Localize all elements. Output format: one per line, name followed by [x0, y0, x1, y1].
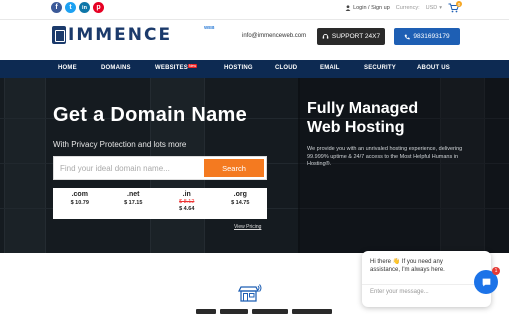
- currency-value: USD: [425, 5, 438, 11]
- cart-count-badge: 0: [456, 1, 462, 7]
- chat-message-input[interactable]: Enter your message...: [370, 289, 429, 295]
- logo-mark-icon: [52, 26, 66, 44]
- chat-bubble-icon: [482, 278, 490, 286]
- price-com[interactable]: .com $ 10.79: [53, 188, 107, 219]
- domain-search-input[interactable]: Find your ideal domain name... Search: [53, 156, 267, 180]
- nav-item-websites[interactable]: WEBSITES: [155, 65, 188, 71]
- price-ext: .net: [127, 191, 140, 198]
- chat-greeting: Hi there 👋 If you need any assistance, I…: [370, 259, 445, 273]
- price-amount: $ 4.64: [179, 206, 195, 212]
- price-amount: $ 17.15: [124, 200, 143, 206]
- facebook-icon[interactable]: f: [51, 2, 62, 13]
- hero-banner: Get a Domain Name With Privacy Protectio…: [0, 78, 509, 253]
- price-in[interactable]: .in $ 8.12 $ 4.64: [160, 188, 214, 219]
- chat-unread-badge: 1: [492, 267, 500, 275]
- phone-button[interactable]: 9831693179: [394, 28, 460, 45]
- hosting-description: We provide you with an unrivaled hosting…: [307, 146, 463, 167]
- top-bar: f t in p Login / Sign up Currency: USD ▾…: [0, 0, 509, 20]
- price-amount: $ 10.79: [70, 200, 89, 206]
- twitter-icon[interactable]: t: [65, 2, 76, 13]
- price-ext: .com: [71, 191, 88, 198]
- support-label: SUPPORT 24X7: [331, 33, 381, 40]
- domain-price-list: .com $ 10.79 .net $ 17.15 .in $ 8.12 $ 4…: [53, 188, 267, 219]
- logo-sup: WEB: [204, 25, 215, 30]
- price-amount: $ 14.75: [231, 200, 250, 206]
- site-logo[interactable]: IMMENCE WEB: [52, 25, 215, 45]
- currency-label: Currency:: [395, 5, 420, 11]
- price-org[interactable]: .org $ 14.75: [214, 188, 268, 219]
- search-button[interactable]: Search: [204, 159, 264, 177]
- nav-item-domains[interactable]: DOMAINS: [101, 65, 131, 71]
- price-ext: .in: [182, 191, 191, 198]
- account-bar: Login / Sign up Currency: USD ▾ 0: [345, 1, 462, 13]
- view-pricing-link[interactable]: View Pricing: [234, 224, 261, 230]
- hero-title: Get a Domain Name: [53, 104, 248, 126]
- hosting-title-line2: Web Hosting: [307, 119, 405, 136]
- section-heading: [196, 309, 366, 315]
- price-old-amount: $ 8.12: [179, 199, 195, 205]
- chevron-down-icon: ▾: [439, 5, 442, 11]
- search-placeholder: Find your ideal domain name...: [60, 164, 170, 173]
- nav-item-cloud[interactable]: CLOUD: [275, 65, 297, 71]
- logo-text: IMMENCE: [68, 25, 173, 45]
- new-badge: New: [188, 64, 198, 68]
- nav-item-security[interactable]: SECURITY: [364, 65, 396, 71]
- hero-subtitle: With Privacy Protection and lots more: [53, 140, 187, 149]
- chat-widget: Hi there 👋 If you need any assistance, I…: [362, 251, 491, 307]
- login-link[interactable]: Login / Sign up: [345, 5, 390, 11]
- hosting-title-line1: Fully Managed: [307, 100, 419, 117]
- price-ext: .org: [233, 191, 247, 198]
- nav-item-hosting[interactable]: HOSTING: [224, 65, 253, 71]
- cart-button[interactable]: 0: [448, 1, 462, 13]
- social-links: f t in p: [51, 2, 104, 13]
- currency-select[interactable]: USD ▾: [426, 5, 442, 11]
- hosting-title: Fully Managed Web Hosting: [307, 99, 418, 137]
- support-button[interactable]: SUPPORT 24X7: [317, 28, 385, 45]
- linkedin-icon[interactable]: in: [79, 2, 90, 13]
- main-nav: HOME DOMAINS WEBSITES New HOSTING CLOUD …: [0, 60, 509, 78]
- nav-item-email[interactable]: EMAIL: [320, 65, 340, 71]
- headset-icon: [322, 33, 329, 39]
- store-icon: [238, 284, 262, 302]
- pinterest-icon[interactable]: p: [93, 2, 104, 13]
- phone-label: 9831693179: [413, 33, 450, 40]
- nav-item-home[interactable]: HOME: [58, 65, 77, 71]
- nav-item-about-us[interactable]: ABOUT US: [417, 65, 450, 71]
- price-net[interactable]: .net $ 17.15: [107, 188, 161, 219]
- phone-icon: [405, 34, 411, 39]
- header-email[interactable]: info@immenceweb.com: [242, 33, 306, 39]
- user-icon: [345, 5, 351, 11]
- login-label: Login / Sign up: [353, 5, 390, 11]
